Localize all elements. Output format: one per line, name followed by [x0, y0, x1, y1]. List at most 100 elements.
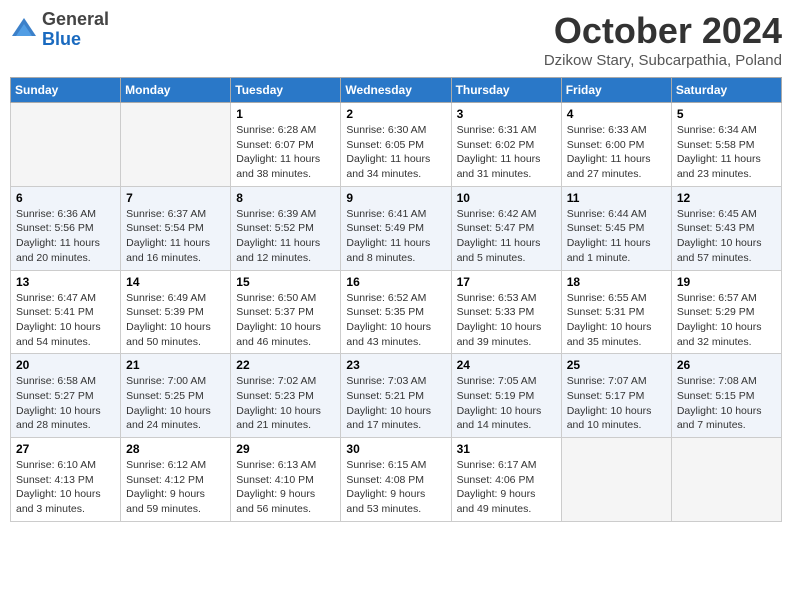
day-info: Sunrise: 7:08 AM Sunset: 5:15 PM Dayligh…	[677, 374, 776, 433]
calendar-header-row: SundayMondayTuesdayWednesdayThursdayFrid…	[11, 78, 782, 103]
calendar-day-cell: 16 Sunrise: 6:52 AM Sunset: 5:35 PM Dayli…	[341, 270, 451, 354]
day-number: 21	[126, 358, 225, 372]
day-number: 7	[126, 191, 225, 205]
day-number: 10	[457, 191, 556, 205]
day-number: 3	[457, 107, 556, 121]
location-subtitle: Dzikow Stary, Subcarpathia, Poland	[544, 52, 782, 69]
day-info: Sunrise: 6:49 AM Sunset: 5:39 PM Dayligh…	[126, 291, 225, 350]
day-info: Sunrise: 6:57 AM Sunset: 5:29 PM Dayligh…	[677, 291, 776, 350]
day-info: Sunrise: 6:12 AM Sunset: 4:12 PM Dayligh…	[126, 458, 225, 517]
calendar-day-cell: 22 Sunrise: 7:02 AM Sunset: 5:23 PM Dayli…	[231, 354, 341, 438]
day-number: 31	[457, 442, 556, 456]
day-info: Sunrise: 6:17 AM Sunset: 4:06 PM Dayligh…	[457, 458, 556, 517]
day-number: 23	[346, 358, 445, 372]
day-number: 9	[346, 191, 445, 205]
day-number: 18	[567, 275, 666, 289]
calendar-day-cell: 15Sunrise: 6:50 AM Sunset: 5:37 PM Dayli…	[231, 270, 341, 354]
calendar-day-cell: 4Sunrise: 6:33 AM Sunset: 6:00 PM Daylig…	[561, 103, 671, 187]
day-number: 5	[677, 107, 776, 121]
calendar-week-row: 6 Sunrise: 6:36 AM Sunset: 5:56 PM Daylig…	[11, 186, 782, 270]
calendar-day-cell: 27 Sunrise: 6:10 AM Sunset: 4:13 PM Dayli…	[11, 438, 121, 522]
day-number: 24	[457, 358, 556, 372]
calendar-day-cell: 9 Sunrise: 6:41 AM Sunset: 5:49 PM Daylig…	[341, 186, 451, 270]
calendar-week-row: 27 Sunrise: 6:10 AM Sunset: 4:13 PM Dayli…	[11, 438, 782, 522]
day-number: 25	[567, 358, 666, 372]
calendar-week-row: 13 Sunrise: 6:47 AM Sunset: 5:41 PM Dayli…	[11, 270, 782, 354]
day-info: Sunrise: 7:00 AM Sunset: 5:25 PM Dayligh…	[126, 374, 225, 433]
day-number: 1	[236, 107, 335, 121]
calendar-day-cell: 3 Sunrise: 6:31 AM Sunset: 6:02 PM Daylig…	[451, 103, 561, 187]
calendar-day-cell: 31 Sunrise: 6:17 AM Sunset: 4:06 PM Dayli…	[451, 438, 561, 522]
day-number: 6	[16, 191, 115, 205]
day-info: Sunrise: 6:41 AM Sunset: 5:49 PM Dayligh…	[346, 207, 445, 266]
day-number: 16	[346, 275, 445, 289]
title-block: October 2024 Dzikow Stary, Subcarpathia,…	[544, 10, 782, 69]
logo-blue-text: Blue	[42, 29, 81, 49]
calendar-day-cell: 28Sunrise: 6:12 AM Sunset: 4:12 PM Dayli…	[121, 438, 231, 522]
day-info: Sunrise: 6:39 AM Sunset: 5:52 PM Dayligh…	[236, 207, 335, 266]
month-title: October 2024	[544, 10, 782, 52]
calendar-day-cell: 26 Sunrise: 7:08 AM Sunset: 5:15 PM Dayli…	[671, 354, 781, 438]
logo: General Blue	[10, 10, 109, 50]
calendar-day-cell	[11, 103, 121, 187]
day-number: 27	[16, 442, 115, 456]
calendar-day-cell: 5 Sunrise: 6:34 AM Sunset: 5:58 PM Daylig…	[671, 103, 781, 187]
logo-icon	[10, 16, 38, 44]
calendar-day-header: Thursday	[451, 78, 561, 103]
calendar-day-cell: 21 Sunrise: 7:00 AM Sunset: 5:25 PM Dayli…	[121, 354, 231, 438]
day-number: 8	[236, 191, 335, 205]
page-header: General Blue October 2024 Dzikow Stary, …	[10, 10, 782, 69]
calendar-day-cell: 1Sunrise: 6:28 AM Sunset: 6:07 PM Daylig…	[231, 103, 341, 187]
calendar-day-cell: 17Sunrise: 6:53 AM Sunset: 5:33 PM Dayli…	[451, 270, 561, 354]
day-info: Sunrise: 6:53 AM Sunset: 5:33 PM Dayligh…	[457, 291, 556, 350]
day-info: Sunrise: 6:36 AM Sunset: 5:56 PM Dayligh…	[16, 207, 115, 266]
day-info: Sunrise: 6:30 AM Sunset: 6:05 PM Dayligh…	[346, 123, 445, 182]
logo-general-text: General	[42, 9, 109, 29]
calendar-day-cell	[671, 438, 781, 522]
day-info: Sunrise: 6:47 AM Sunset: 5:41 PM Dayligh…	[16, 291, 115, 350]
day-number: 11	[567, 191, 666, 205]
day-number: 13	[16, 275, 115, 289]
calendar-week-row: 1Sunrise: 6:28 AM Sunset: 6:07 PM Daylig…	[11, 103, 782, 187]
calendar-day-cell: 2 Sunrise: 6:30 AM Sunset: 6:05 PM Daylig…	[341, 103, 451, 187]
day-number: 26	[677, 358, 776, 372]
day-number: 2	[346, 107, 445, 121]
day-number: 22	[236, 358, 335, 372]
calendar-day-cell: 12Sunrise: 6:45 AM Sunset: 5:43 PM Dayli…	[671, 186, 781, 270]
day-info: Sunrise: 7:07 AM Sunset: 5:17 PM Dayligh…	[567, 374, 666, 433]
day-info: Sunrise: 6:15 AM Sunset: 4:08 PM Dayligh…	[346, 458, 445, 517]
calendar-day-header: Sunday	[11, 78, 121, 103]
calendar-day-cell: 23 Sunrise: 7:03 AM Sunset: 5:21 PM Dayli…	[341, 354, 451, 438]
day-info: Sunrise: 6:10 AM Sunset: 4:13 PM Dayligh…	[16, 458, 115, 517]
day-info: Sunrise: 6:42 AM Sunset: 5:47 PM Dayligh…	[457, 207, 556, 266]
calendar-day-cell: 20Sunrise: 6:58 AM Sunset: 5:27 PM Dayli…	[11, 354, 121, 438]
day-info: Sunrise: 6:31 AM Sunset: 6:02 PM Dayligh…	[457, 123, 556, 182]
day-number: 29	[236, 442, 335, 456]
calendar-day-cell: 19 Sunrise: 6:57 AM Sunset: 5:29 PM Dayli…	[671, 270, 781, 354]
calendar-day-cell: 25 Sunrise: 7:07 AM Sunset: 5:17 PM Dayli…	[561, 354, 671, 438]
day-info: Sunrise: 7:03 AM Sunset: 5:21 PM Dayligh…	[346, 374, 445, 433]
calendar-day-header: Friday	[561, 78, 671, 103]
calendar-day-header: Tuesday	[231, 78, 341, 103]
calendar-day-cell: 29 Sunrise: 6:13 AM Sunset: 4:10 PM Dayli…	[231, 438, 341, 522]
calendar-day-cell: 18 Sunrise: 6:55 AM Sunset: 5:31 PM Dayli…	[561, 270, 671, 354]
day-number: 4	[567, 107, 666, 121]
calendar-day-cell: 8 Sunrise: 6:39 AM Sunset: 5:52 PM Daylig…	[231, 186, 341, 270]
calendar-day-header: Saturday	[671, 78, 781, 103]
day-info: Sunrise: 6:55 AM Sunset: 5:31 PM Dayligh…	[567, 291, 666, 350]
day-number: 14	[126, 275, 225, 289]
day-info: Sunrise: 6:52 AM Sunset: 5:35 PM Dayligh…	[346, 291, 445, 350]
calendar-day-cell: 24Sunrise: 7:05 AM Sunset: 5:19 PM Dayli…	[451, 354, 561, 438]
day-info: Sunrise: 6:34 AM Sunset: 5:58 PM Dayligh…	[677, 123, 776, 182]
day-number: 19	[677, 275, 776, 289]
calendar-day-cell: 14 Sunrise: 6:49 AM Sunset: 5:39 PM Dayli…	[121, 270, 231, 354]
day-info: Sunrise: 6:58 AM Sunset: 5:27 PM Dayligh…	[16, 374, 115, 433]
day-info: Sunrise: 6:50 AM Sunset: 5:37 PM Dayligh…	[236, 291, 335, 350]
day-number: 12	[677, 191, 776, 205]
calendar-day-header: Monday	[121, 78, 231, 103]
calendar-day-header: Wednesday	[341, 78, 451, 103]
day-info: Sunrise: 7:02 AM Sunset: 5:23 PM Dayligh…	[236, 374, 335, 433]
day-info: Sunrise: 6:13 AM Sunset: 4:10 PM Dayligh…	[236, 458, 335, 517]
calendar-day-cell: 6 Sunrise: 6:36 AM Sunset: 5:56 PM Daylig…	[11, 186, 121, 270]
calendar-day-cell	[561, 438, 671, 522]
